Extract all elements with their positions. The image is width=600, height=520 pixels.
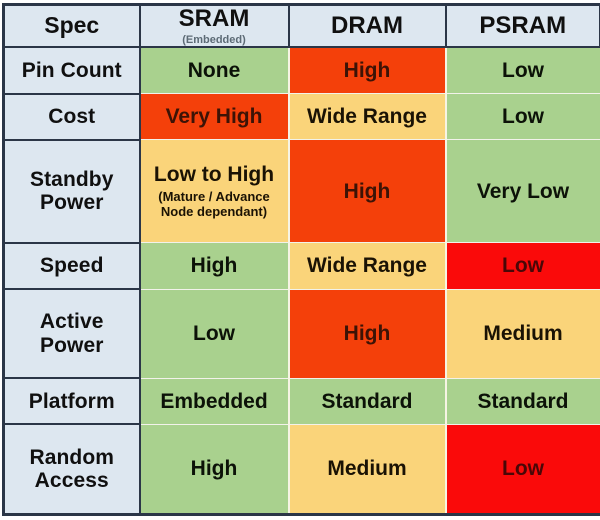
cell-value: Low [502,457,544,481]
cell-value: Low to High [153,163,275,187]
table-row: Speed High Wide Range Low [2,241,600,291]
cell-value: Embedded [160,389,268,413]
cell-active-power-dram: High [287,288,447,379]
cell-value: Very High [165,104,263,128]
cell-speed-dram: Wide Range [287,242,447,290]
cell-platform-psram: Standard [444,377,600,425]
cell-pin-count-dram: High [287,46,447,95]
table-row: Random Access High Medium Low [2,423,600,517]
cell-platform-dram: Standard [287,377,447,425]
cell-value: Low [502,104,544,128]
column-header-psram: PSRAM [444,3,600,49]
cell-cost-dram: Wide Range [287,93,447,141]
column-header-dram: DRAM [287,3,447,49]
cell-value: High [343,321,391,345]
column-header-sram-label: SRAM [178,5,250,32]
table-row: Pin Count None High Low [2,46,600,95]
cell-active-power-psram: Medium [444,288,600,379]
cell-value: None [187,58,241,82]
cell-speed-sram: High [138,242,290,290]
column-header-spec: Spec [2,3,141,49]
memory-comparison-table: Spec SRAM (Embedded) DRAM PSRAM Pin Coun… [2,3,600,517]
table-header: Spec SRAM (Embedded) DRAM PSRAM [2,3,600,49]
row-header-speed: Speed [2,241,141,291]
column-header-spec-label: Spec [44,12,100,39]
row-header-standby-power: Standby Power [2,138,141,244]
cell-pin-count-sram: None [138,46,290,95]
table-row: Platform Embedded Standard Standard [2,377,600,426]
column-header-psram-label: PSRAM [479,11,567,39]
cell-value: Low [502,254,544,278]
cell-value: Medium [483,321,563,345]
cell-value: High [343,179,391,203]
cell-value: Standard [477,389,569,413]
table-body: Pin Count None High Low Cost Very High W… [2,46,600,517]
column-header-dram-label: DRAM [331,11,403,39]
row-header-platform: Platform [2,377,141,426]
cell-value: Standard [321,389,413,413]
cell-standby-power-sram: Low to High (Mature / Advance Node depen… [138,139,290,244]
cell-value: Medium [327,457,407,481]
cell-active-power-sram: Low [138,288,290,379]
row-header-random-access: Random Access [2,423,141,517]
cell-platform-sram: Embedded [138,377,290,425]
cell-random-access-dram: Medium [287,423,447,517]
cell-standby-power-dram: High [287,139,447,244]
cell-value: High [190,457,238,481]
cell-random-access-psram: Low [444,423,600,517]
cell-value: Low [502,58,544,82]
cell-value: Very Low [476,179,570,203]
table-row: Cost Very High Wide Range Low [2,92,600,141]
cell-value: High [190,254,238,278]
row-header-active-power: Active Power [2,288,141,380]
row-header-cost: Cost [2,92,141,141]
cell-value-note: (Mature / Advance Node dependant) [158,188,270,220]
header-row: Spec SRAM (Embedded) DRAM PSRAM [2,3,600,49]
cell-cost-sram: Very High [138,93,290,141]
cell-value: Wide Range [307,104,427,128]
cell-value: Low [193,321,235,345]
cell-standby-power-psram: Very Low [444,139,600,244]
cell-random-access-sram: High [138,423,290,517]
cell-speed-psram: Low [444,242,600,290]
column-header-sram: SRAM (Embedded) [138,3,290,49]
row-header-pin-count: Pin Count [2,46,141,95]
memory-comparison-table-container: Spec SRAM (Embedded) DRAM PSRAM Pin Coun… [0,0,600,520]
table-row: Active Power Low High Medium [2,288,600,380]
table-row: Standby Power Low to High (Mature / Adva… [2,138,600,244]
cell-value: Wide Range [307,254,427,278]
cell-cost-psram: Low [444,93,600,141]
cell-value: High [343,58,391,82]
column-header-sram-subtitle: (Embedded) [182,33,246,46]
cell-pin-count-psram: Low [444,46,600,95]
